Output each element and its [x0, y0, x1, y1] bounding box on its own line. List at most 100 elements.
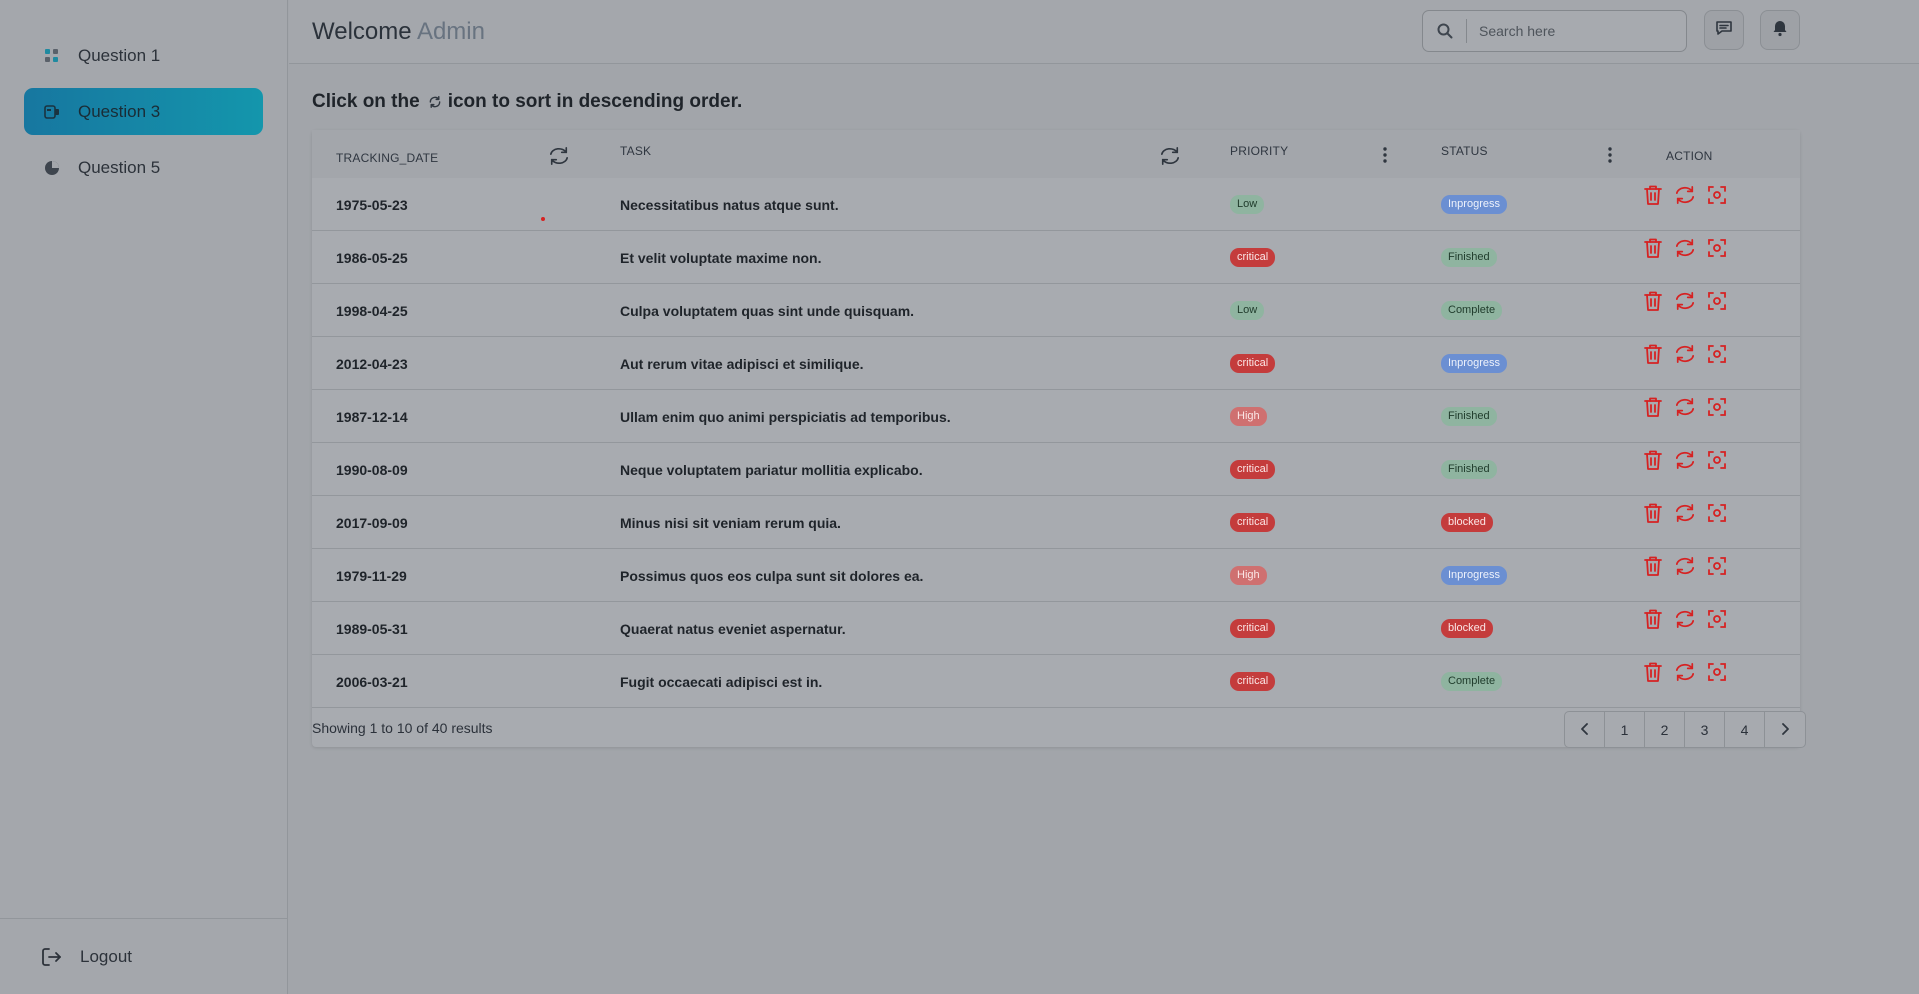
search-box	[1422, 10, 1687, 52]
delete-icon[interactable]	[1642, 449, 1664, 471]
table-row: 1975-05-23 Necessitatibus natus atque sun…	[312, 178, 1800, 231]
status-cell: Finished	[1441, 443, 1497, 496]
sidebar-item-question-5[interactable]: Question 5	[24, 144, 263, 191]
refresh-icon	[428, 95, 442, 109]
page-button-3[interactable]: 3	[1685, 712, 1725, 747]
status-cell: Inprogress	[1441, 549, 1507, 602]
page-button-1[interactable]: 1	[1605, 712, 1645, 747]
refresh-icon[interactable]	[1674, 237, 1696, 259]
user-name: Admin	[416, 18, 485, 45]
column-status: STATUS	[1441, 144, 1488, 158]
status-badge: blocked	[1441, 619, 1493, 638]
tracking-date-cell: 2012-04-23	[336, 355, 408, 372]
status-cell: blocked	[1441, 602, 1493, 655]
refresh-icon[interactable]	[1674, 502, 1696, 524]
priority-badge: critical	[1230, 619, 1276, 638]
notifications-button[interactable]	[1760, 10, 1800, 50]
priority-badge: critical	[1230, 354, 1276, 373]
focus-icon[interactable]	[1706, 237, 1728, 259]
logout-label: Logout	[80, 947, 132, 966]
table-row: 1986-05-25 Et velit voluptate maxime non.…	[312, 231, 1800, 284]
delete-icon[interactable]	[1642, 396, 1664, 418]
search-icon	[1423, 19, 1467, 43]
refresh-icon[interactable]	[1674, 449, 1696, 471]
instruction-after: icon to sort in descending order.	[447, 91, 743, 112]
delete-icon[interactable]	[1642, 661, 1664, 683]
refresh-icon[interactable]	[1674, 290, 1696, 312]
instruction-text: Click on the icon to sort in descending …	[312, 91, 742, 113]
priority-badge: critical	[1230, 460, 1276, 479]
sort-task-icon[interactable]	[1158, 144, 1182, 168]
status-cell: Finished	[1441, 231, 1497, 284]
prev-page-button[interactable]	[1565, 712, 1605, 747]
refresh-icon[interactable]	[1674, 184, 1696, 206]
priority-cell: critical	[1230, 231, 1276, 284]
focus-icon[interactable]	[1706, 343, 1728, 365]
focus-icon[interactable]	[1706, 396, 1728, 418]
table-row: 2006-03-21 Fugit occaecati adipisci est i…	[312, 655, 1800, 708]
priority-badge: critical	[1230, 248, 1276, 267]
delete-icon[interactable]	[1642, 502, 1664, 524]
status-badge: Inprogress	[1441, 566, 1507, 585]
status-cell: Inprogress	[1441, 337, 1507, 390]
focus-icon[interactable]	[1706, 555, 1728, 577]
welcome-text: Welcome	[312, 18, 412, 45]
logout-button[interactable]: Logout	[40, 946, 132, 968]
delete-icon[interactable]	[1642, 290, 1664, 312]
tracking-date-cell: 1986-05-25	[336, 249, 408, 266]
status-cell: Inprogress	[1441, 178, 1507, 231]
sort-date-icon[interactable]	[547, 144, 571, 168]
refresh-icon[interactable]	[1674, 555, 1696, 577]
search-input[interactable]	[1467, 23, 1667, 39]
status-badge: Inprogress	[1441, 195, 1507, 214]
refresh-icon[interactable]	[1674, 608, 1696, 630]
chevron-right-icon	[1780, 722, 1790, 738]
priority-badge: High	[1230, 407, 1267, 426]
focus-icon[interactable]	[1706, 502, 1728, 524]
focus-icon[interactable]	[1706, 290, 1728, 312]
focus-icon[interactable]	[1706, 608, 1728, 630]
sidebar-item-question-1[interactable]: Question 1	[24, 32, 263, 79]
focus-icon[interactable]	[1706, 449, 1728, 471]
task-cell: Fugit occaecati adipisci est in.	[620, 673, 823, 690]
table-row: 1990-08-09 Neque voluptatem pariatur moll…	[312, 443, 1800, 496]
delete-icon[interactable]	[1642, 555, 1664, 577]
logout-icon	[40, 946, 62, 968]
delete-icon[interactable]	[1642, 343, 1664, 365]
row-actions	[1642, 661, 1728, 683]
bell-icon	[1771, 19, 1789, 42]
refresh-icon[interactable]	[1674, 396, 1696, 418]
priority-cell: Low	[1230, 178, 1265, 231]
sidebar-item-label: Question 3	[78, 101, 161, 121]
next-page-button[interactable]	[1765, 712, 1805, 747]
priority-cell: High	[1230, 549, 1267, 602]
status-menu-icon[interactable]	[1602, 144, 1618, 166]
status-badge: Complete	[1441, 672, 1503, 691]
camera-icon	[42, 102, 62, 122]
priority-badge: High	[1230, 566, 1267, 585]
page-button-2[interactable]: 2	[1645, 712, 1685, 747]
pagination: 1 2 3 4	[1564, 711, 1806, 748]
messages-button[interactable]	[1704, 10, 1744, 50]
status-cell: Finished	[1441, 390, 1497, 443]
status-badge: Finished	[1441, 407, 1497, 426]
delete-icon[interactable]	[1642, 237, 1664, 259]
results-summary: Showing 1 to 10 of 40 results	[312, 720, 493, 736]
sidebar-item-question-3[interactable]: Question 3	[24, 88, 263, 135]
status-cell: blocked	[1441, 496, 1493, 549]
priority-cell: critical	[1230, 602, 1276, 655]
delete-icon[interactable]	[1642, 608, 1664, 630]
table-row: 1979-11-29 Possimus quos eos culpa sunt s…	[312, 549, 1800, 602]
status-cell: Complete	[1441, 655, 1503, 708]
priority-badge: critical	[1230, 672, 1276, 691]
page-button-4[interactable]: 4	[1725, 712, 1765, 747]
refresh-icon[interactable]	[1674, 661, 1696, 683]
focus-icon[interactable]	[1706, 184, 1728, 206]
row-actions	[1642, 343, 1728, 365]
focus-icon[interactable]	[1706, 661, 1728, 683]
delete-icon[interactable]	[1642, 184, 1664, 206]
priority-cell: critical	[1230, 443, 1276, 496]
row-actions	[1642, 396, 1728, 418]
priority-menu-icon[interactable]	[1377, 144, 1393, 166]
refresh-icon[interactable]	[1674, 343, 1696, 365]
